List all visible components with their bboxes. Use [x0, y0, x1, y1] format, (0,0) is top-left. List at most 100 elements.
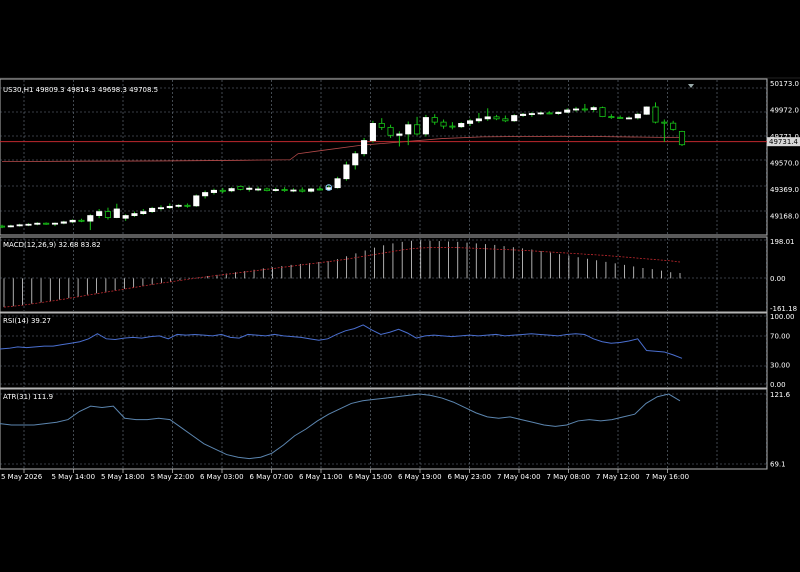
- x-tick-label: 7 May 12:00: [596, 473, 640, 481]
- y-tick-label-rsi: 0.00: [770, 381, 786, 389]
- x-tick-label: 7 May 08:00: [547, 473, 591, 481]
- candle-bullish: [572, 108, 580, 111]
- candle-bearish: [219, 189, 226, 192]
- candle-bullish: [16, 224, 23, 227]
- candle-bullish: [564, 109, 571, 113]
- candle-bullish: [643, 106, 650, 115]
- candle-bullish: [246, 187, 253, 190]
- y-tick-label-atr: 121.6: [770, 391, 791, 399]
- x-tick-label: 5 May 22:00: [151, 473, 195, 481]
- candle-bullish: [458, 123, 465, 128]
- candle-bullish: [475, 118, 482, 122]
- x-tick-label: 7 May 04:00: [497, 473, 541, 481]
- main-chart-title: US30,H1 49809.3 49814.3 49698.3 49708.5: [3, 86, 158, 94]
- candle-bullish: [528, 113, 535, 115]
- candle-bearish: [104, 211, 112, 218]
- candle-bearish: [546, 112, 553, 115]
- candle-bearish: [299, 189, 306, 192]
- candle-bearish: [263, 188, 270, 191]
- y-tick-label-macd: 0.00: [770, 275, 786, 283]
- x-tick-label: 6 May 07:00: [250, 473, 294, 481]
- y-tick-label-price: 49369.0: [770, 186, 799, 194]
- candle-bullish: [69, 219, 76, 223]
- y-tick-label-price: 50173.0: [770, 80, 799, 88]
- candle-bullish: [157, 207, 165, 210]
- candle-bullish: [511, 115, 518, 122]
- candle-bullish: [343, 164, 350, 180]
- candle-bullish: [149, 207, 156, 213]
- x-tick-label: 5 May 2026: [1, 473, 43, 481]
- candle-bullish: [422, 117, 429, 135]
- y-tick-label-rsi: 30.00: [770, 362, 790, 370]
- candle-bullish: [519, 113, 527, 116]
- candle-bullish: [537, 112, 544, 115]
- rsi-title: RSI(14) 39.27: [3, 317, 51, 325]
- candle-bearish: [678, 131, 686, 146]
- current-price-label: 49731.4: [769, 138, 798, 146]
- candle-bearish: [617, 117, 624, 119]
- candle-bullish: [193, 195, 200, 207]
- y-tick-label-rsi: 70.00: [770, 332, 790, 340]
- candle-bullish: [60, 221, 67, 224]
- candle-bullish: [308, 188, 315, 192]
- candle-bearish: [670, 122, 677, 130]
- candle-bearish: [378, 123, 385, 128]
- candle-bullish: [131, 213, 138, 216]
- x-tick-label: 6 May 23:00: [448, 473, 492, 481]
- x-tick-label: 6 May 15:00: [349, 473, 393, 481]
- candle-bearish: [0, 225, 6, 228]
- candle-bearish: [387, 126, 394, 136]
- candle-bullish: [272, 189, 279, 191]
- candle-bearish: [78, 219, 85, 222]
- candle-bullish: [25, 223, 32, 226]
- candle-bearish: [414, 124, 421, 135]
- candle-bullish: [51, 222, 59, 225]
- candle-bullish: [96, 211, 103, 216]
- candle-bearish: [316, 188, 323, 191]
- y-tick-label-macd: -161.18: [770, 305, 797, 313]
- candle-bullish: [352, 153, 359, 166]
- candle-bullish: [369, 123, 376, 141]
- candle-bullish: [175, 204, 182, 207]
- y-tick-label-price: 49168.0: [770, 212, 799, 220]
- candle-bullish: [405, 124, 412, 135]
- candle-bullish: [34, 222, 41, 225]
- candle-bullish: [113, 208, 120, 218]
- candle-bullish: [210, 189, 217, 193]
- candle-bullish: [255, 188, 262, 191]
- candle-bearish: [184, 204, 191, 207]
- x-tick-label: 6 May 11:00: [299, 473, 343, 481]
- trading-chart-window[interactable]: 50173.0 49972.0 49771.0 49570.0 49369.0 49168…: [0, 0, 800, 568]
- y-tick-label-atr: 69.1: [770, 460, 786, 468]
- y-tick-label-macd: 198.01: [770, 238, 795, 246]
- candle-bullish: [396, 133, 403, 136]
- macd-title: MACD(12,26,9) 32.68 83.82: [3, 241, 101, 249]
- candle-bearish: [440, 121, 447, 127]
- candle-bearish: [599, 107, 606, 117]
- candle-bullish: [290, 189, 297, 192]
- candle-bullish: [484, 116, 491, 120]
- chart-canvas[interactable]: 50173.049972.049771.049570.049369.049168…: [0, 0, 800, 568]
- candle-bearish: [608, 116, 615, 118]
- candle-bullish: [625, 117, 633, 120]
- candle-bullish: [7, 225, 14, 228]
- candle-bullish: [334, 178, 341, 189]
- candle-bearish: [502, 118, 509, 122]
- candle-bullish: [590, 107, 597, 111]
- candle-bearish: [43, 222, 50, 225]
- y-tick-label-price: 49570.0: [770, 159, 799, 167]
- candle-bullish: [361, 140, 368, 155]
- x-tick-label: 5 May 18:00: [101, 473, 145, 481]
- candle-bearish: [661, 121, 668, 124]
- x-tick-label: 6 May 03:00: [200, 473, 244, 481]
- candle-bearish: [493, 116, 500, 120]
- x-tick-label: 5 May 14:00: [52, 473, 96, 481]
- y-tick-label-price: 49972.0: [770, 107, 799, 115]
- candle-bearish: [652, 106, 659, 123]
- candle-bearish: [449, 125, 456, 128]
- candle-bullish: [87, 215, 94, 222]
- candle-bullish: [467, 120, 474, 124]
- candle-bearish: [281, 189, 288, 191]
- candle-bullish: [140, 211, 147, 214]
- x-tick-label: 7 May 16:00: [646, 473, 690, 481]
